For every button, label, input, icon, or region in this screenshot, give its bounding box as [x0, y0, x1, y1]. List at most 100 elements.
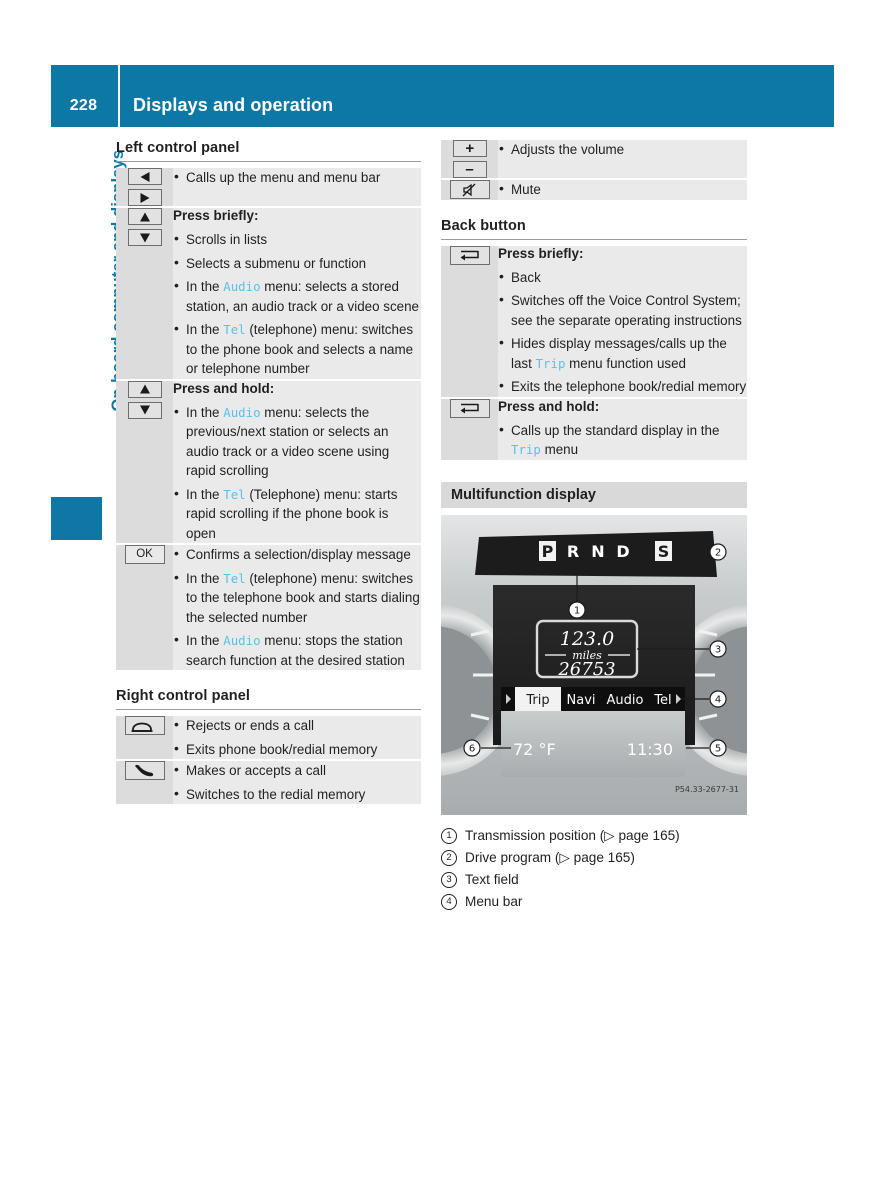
triangle-up-key-icon[interactable]	[127, 208, 162, 225]
legend-text: Menu bar	[465, 893, 523, 909]
list-item: Hides display messages/calls up the last…	[498, 333, 747, 373]
bullet-text: Calls up the standard display in the	[511, 422, 720, 438]
term-trip: Trip	[535, 355, 566, 371]
bullet-text: Adjusts the volume	[511, 142, 625, 157]
callout-1: 1	[574, 605, 580, 616]
section-title-left-control-panel: Left control panel	[116, 140, 240, 156]
table-row: Press and hold: Calls up the standard di…	[441, 396, 747, 460]
key-cell: + –	[441, 140, 498, 179]
key-cell	[441, 245, 498, 398]
bullet-text: Calls up the menu and menu bar	[186, 170, 381, 185]
phone-hangup-key-icon[interactable]	[124, 716, 165, 735]
figure-legend: 1 Transmission position (▷ page 165) 2 Dri…	[441, 825, 747, 913]
subheading: Press briefly:	[173, 208, 259, 223]
right-control-panel-table: Rejects or ends a call Exits phone book/…	[116, 715, 421, 805]
page-header: 228 Displays and operation	[51, 65, 834, 127]
triangle-up-key-icon[interactable]	[127, 380, 162, 398]
odometer-value: 26753	[557, 659, 615, 680]
table-row: Press briefly: Scrolls in lists Selects …	[116, 206, 421, 380]
key-cell	[116, 759, 173, 804]
triangle-right-key-icon[interactable]	[127, 189, 162, 206]
list-item: Calls up the menu and menu bar	[173, 167, 421, 188]
bullet-text: Rejects or ends a call	[186, 718, 315, 733]
list-item: Calls up the standard display in the Tri…	[498, 420, 747, 460]
key-cell	[441, 396, 498, 460]
left-control-panel-table: Calls up the menu and menu bar Press bri…	[116, 167, 421, 670]
mute-key-icon[interactable]	[449, 180, 490, 199]
term-trip: Trip	[511, 442, 541, 457]
term-tel: Tel	[223, 486, 246, 502]
bullet-text: menu function used	[565, 355, 687, 371]
term-tel: Tel	[223, 570, 246, 586]
bullet-list: Scrolls in lists Selects a submenu or fu…	[173, 229, 421, 379]
outside-temperature: 72 °F	[513, 740, 556, 759]
description-cell: Mute	[498, 178, 747, 200]
ok-key-icon[interactable]: OK	[124, 545, 165, 564]
key-cell	[116, 716, 173, 760]
description-cell: Press and hold: Calls up the standard di…	[498, 396, 747, 460]
menu-item-audio: Audio	[607, 693, 644, 708]
bullet-text: menu	[540, 442, 579, 457]
page-title: Displays and operation	[133, 95, 334, 115]
bullet-text: In the	[186, 322, 224, 337]
key-cell: OK	[116, 543, 173, 670]
list-item: Adjusts the volume	[498, 139, 747, 160]
drive-program-s: S	[658, 542, 670, 561]
multifunction-display-figure: P R N D S 123.0 miles 26753 Trip Navi Au…	[441, 514, 747, 815]
section-title-multifunction-display: Multifunction display	[441, 481, 747, 508]
gear-n: N	[591, 542, 604, 561]
legend-number: 1	[441, 828, 457, 844]
triangle-down-key-icon[interactable]	[127, 229, 162, 246]
list-item: In the Tel (telephone) menu: switches to…	[173, 319, 421, 379]
table-row: Press and hold: In the Audio menu: selec…	[116, 378, 421, 544]
key-cell	[441, 178, 498, 200]
bullet-text: Makes or accepts a call	[186, 763, 326, 778]
volume-table: + – Adjusts the volume Mute	[441, 139, 747, 200]
back-key-icon[interactable]	[449, 398, 490, 418]
table-row: OK Confirms a selection/display message …	[116, 543, 421, 670]
legend-number: 2	[441, 850, 457, 866]
callout-2: 2	[715, 547, 721, 558]
bullet-text: Switches off the Voice Control System; s…	[511, 293, 742, 328]
table-row: Makes or accepts a call Switches to the …	[116, 759, 421, 805]
bullet-text: Scrolls in lists	[186, 232, 268, 247]
list-item: Switches to the redial memory	[173, 784, 421, 805]
bullet-list: Mute	[498, 179, 747, 200]
bullet-list: Makes or accepts a call Switches to the …	[173, 760, 421, 805]
clock-time: 11:30	[627, 740, 673, 759]
description-cell: Adjusts the volume	[498, 139, 747, 179]
page-number: 228	[69, 97, 98, 114]
callout-6: 6	[469, 743, 475, 754]
phone-pickup-key-icon[interactable]	[124, 761, 165, 780]
list-item: Confirms a selection/display message	[173, 544, 421, 565]
chapter-thumb-tab	[51, 497, 102, 540]
left-column: Left control panel Calls up the menu and…	[116, 140, 421, 804]
bullet-list: In the Audio menu: selects the previous/…	[173, 402, 421, 544]
list-item: Exits phone book/redial memory	[173, 739, 421, 760]
key-cell	[116, 378, 173, 544]
legend-number: 3	[441, 872, 457, 888]
subheading: Press briefly:	[498, 245, 584, 261]
description-cell: Confirms a selection/display message In …	[173, 543, 421, 670]
minus-key-icon[interactable]: –	[452, 161, 487, 178]
list-item: Mute	[498, 179, 747, 200]
plus-key-icon[interactable]: +	[452, 140, 487, 157]
callout-5: 5	[715, 743, 721, 754]
list-item: Exits the telephone book/redial memory	[498, 376, 747, 397]
key-cell	[116, 206, 173, 380]
bullet-text: Mute	[511, 182, 541, 197]
triangle-down-key-icon[interactable]	[127, 401, 162, 419]
term-audio: Audio	[223, 404, 261, 420]
table-row: Mute	[441, 178, 747, 200]
bullet-list: Calls up the menu and menu bar	[173, 167, 421, 188]
triangle-left-key-icon[interactable]	[127, 168, 162, 185]
bullet-text: In the	[186, 570, 224, 586]
list-item: 3 Text field	[441, 869, 747, 891]
back-key-icon[interactable]	[449, 245, 490, 265]
back-button-table: Press briefly: Back Switches off the Voi…	[441, 245, 747, 460]
subheading: Press and hold:	[173, 380, 275, 396]
description-cell: Makes or accepts a call Switches to the …	[173, 759, 421, 805]
section-title-right-control-panel: Right control panel	[116, 688, 251, 704]
key-cell	[116, 168, 173, 207]
description-cell: Rejects or ends a call Exits phone book/…	[173, 715, 421, 760]
